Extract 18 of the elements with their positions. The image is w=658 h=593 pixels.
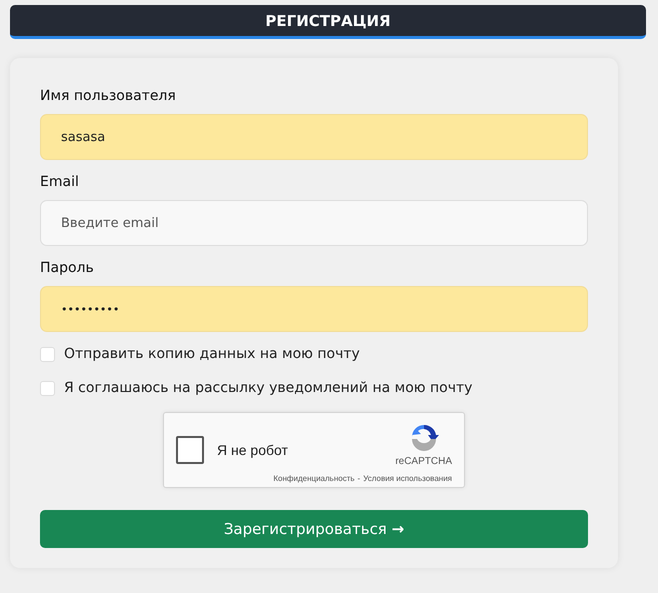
checkbox-label: Отправить копию данных на мою почту [64,346,360,362]
field-label: Имя пользователя [40,88,177,104]
checkbox[interactable] [40,346,55,362]
recaptcha-brand: reCAPTCHA [395,456,452,467]
field-label: Email [40,174,80,190]
terms-link[interactable]: Условия использования [363,474,452,483]
captcha-label: Я не робот [217,442,288,458]
checkbox[interactable] [40,380,55,396]
link-separator: - [358,474,360,483]
page-title: РЕГИСТРАЦИЯ [265,12,391,30]
register-button[interactable]: Зарегистрироваться → [40,510,588,548]
input-field[interactable]: Введите email [40,200,588,246]
input-field[interactable]: sasasa [40,114,588,160]
privacy-link[interactable]: Конфиденциальность [273,474,355,483]
checkbox-label: Я соглашаюсь на рассылку уведомлений на мою почту [64,380,472,396]
captcha-checkbox[interactable] [176,436,204,464]
input-field[interactable]: ••••••••• [40,286,588,332]
field-label: Пароль [40,260,95,276]
